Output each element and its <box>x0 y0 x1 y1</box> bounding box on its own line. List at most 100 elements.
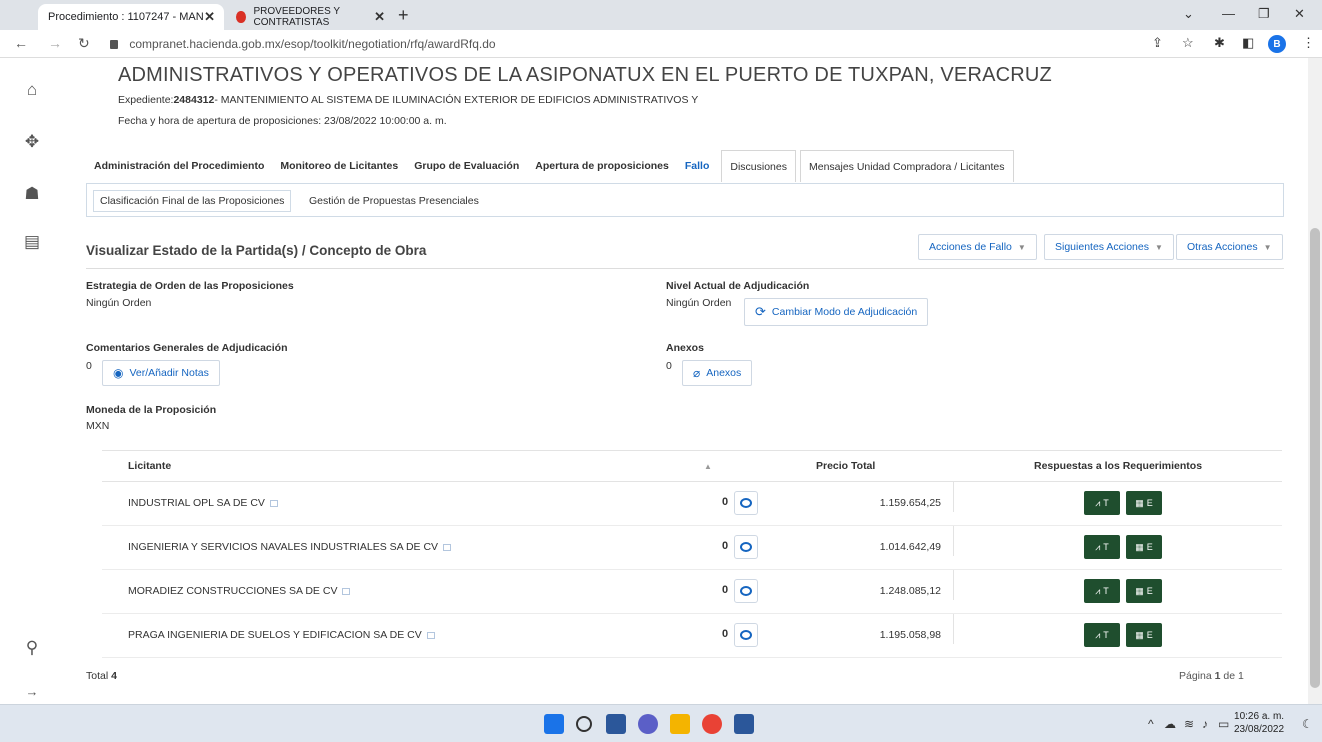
technical-response-button[interactable]: ⩘ T <box>1084 623 1120 647</box>
bidder-name[interactable]: PRAGA INGENIERIA DE SUELOS Y EDIFICACION… <box>128 629 435 641</box>
acciones-fallo-dropdown[interactable]: Acciones de Fallo ▼ <box>918 234 1037 260</box>
subtab-gestion-propuestas[interactable]: Gestión de Propuestas Presenciales <box>303 190 485 212</box>
url-field[interactable]: compranet.hacienda.gob.mx/esop/toolkit/n… <box>110 37 496 51</box>
caret-down-icon: ▼ <box>1017 242 1026 252</box>
lock-icon <box>110 40 118 49</box>
volume-icon[interactable]: ♪ <box>1202 717 1208 731</box>
tray-chevron-icon[interactable]: ^ <box>1148 717 1154 731</box>
subtab-clasificacion-final[interactable]: Clasificación Final de las Proposiciones <box>93 190 292 212</box>
chat-app-icon[interactable] <box>638 714 658 734</box>
bidder-name[interactable]: INDUSTRIAL OPL SA DE CV <box>128 497 278 509</box>
comments-count: 0 <box>86 360 92 372</box>
users-icon[interactable]: ☗ <box>22 184 42 204</box>
message-count: 0 <box>722 496 729 508</box>
comments-label: Comentarios Generales de Adjudicación <box>86 342 288 354</box>
chat-button[interactable] <box>734 535 758 559</box>
external-link-icon[interactable] <box>426 632 435 639</box>
bidder-name[interactable]: MORADIEZ CONSTRUCCIONES SA DE CV <box>128 585 351 597</box>
bookmark-star-icon[interactable]: ☆ <box>1182 35 1194 51</box>
close-tab-icon[interactable]: ✕ <box>374 9 385 25</box>
browser-menu-icon[interactable]: ⋮ <box>1302 35 1315 51</box>
system-clock[interactable]: 10:26 a. m. 23/08/2022 <box>1234 710 1284 736</box>
browser-tab-proveedores[interactable]: PROVEEDORES Y CONTRATISTAS ✕ <box>226 4 394 30</box>
expand-arrow-icon[interactable]: → <box>22 684 42 704</box>
economic-response-button[interactable]: ▦ E <box>1126 623 1162 647</box>
tab-fallo[interactable]: Fallo <box>677 150 718 182</box>
total-price: 1.248.085,12 <box>758 570 954 600</box>
browser-tab-title: Procedimiento : 1107247 - MAN <box>48 11 204 23</box>
chart-icon: ⩘ <box>1095 629 1101 640</box>
chat-button[interactable] <box>734 579 758 603</box>
battery-icon[interactable]: ▭ <box>1218 717 1229 731</box>
expediente-label: Expediente: <box>118 94 174 106</box>
annexes-label: Anexos <box>666 342 704 354</box>
technical-response-button[interactable]: ⩘ T <box>1084 491 1120 515</box>
chat-button[interactable] <box>734 623 758 647</box>
browser-tab-procedimiento[interactable]: Procedimiento : 1107247 - MAN ✕ <box>38 4 224 30</box>
profile-avatar[interactable]: B <box>1268 35 1286 53</box>
resp-t-label: T <box>1103 586 1109 596</box>
tab-grupo-evaluacion[interactable]: Grupo de Evaluación <box>406 150 527 182</box>
bidder-name[interactable]: INGENIERIA Y SERVICIOS NAVALES INDUSTRIA… <box>128 541 452 553</box>
siguientes-acciones-dropdown[interactable]: Siguientes Acciones ▼ <box>1044 234 1174 260</box>
technical-response-button[interactable]: ⩘ T <box>1084 579 1120 603</box>
notes-button[interactable]: ◉ Ver/Añadir Notas <box>102 360 220 386</box>
external-link-icon[interactable] <box>342 588 351 595</box>
chat-bubble-icon <box>740 630 752 640</box>
extensions-icon[interactable]: ✱ <box>1214 35 1225 51</box>
windows-start-icon[interactable] <box>544 714 564 734</box>
notifications-icon[interactable]: ☾ <box>1302 717 1313 731</box>
external-link-icon[interactable] <box>443 544 452 551</box>
wifi-icon[interactable]: ≋ <box>1184 717 1194 731</box>
close-window-icon[interactable]: ✕ <box>1294 6 1305 22</box>
sort-asc-icon[interactable]: ▲ <box>704 462 712 471</box>
tab-monitoreo[interactable]: Monitoreo de Licitantes <box>272 150 406 182</box>
address-bar: ← → ↻ compranet.hacienda.gob.mx/esop/too… <box>0 30 1322 58</box>
economic-response-button[interactable]: ▦ E <box>1126 579 1162 603</box>
documents-icon[interactable]: ▤ <box>22 232 42 252</box>
chart-icon: ⩘ <box>1095 585 1101 596</box>
change-mode-button[interactable]: ⟳ Cambiar Modo de Adjudicación <box>744 298 929 326</box>
tab-mensajes[interactable]: Mensajes Unidad Compradora / Licitantes <box>799 150 1014 182</box>
resp-t-label: T <box>1103 542 1109 552</box>
tab-search-chevron-icon[interactable]: ⌄ <box>1183 6 1194 22</box>
page-scrollbar[interactable] <box>1308 58 1322 704</box>
otras-acciones-dropdown[interactable]: Otras Acciones ▼ <box>1176 234 1283 260</box>
scrollbar-thumb[interactable] <box>1310 228 1320 688</box>
word-icon[interactable] <box>734 714 754 734</box>
new-tab-icon[interactable]: + <box>398 5 409 26</box>
tab-administracion[interactable]: Administración del Procedimiento <box>86 150 272 182</box>
side-panel-icon[interactable]: ◧ <box>1242 35 1254 51</box>
caret-down-icon: ▼ <box>1263 242 1272 252</box>
technical-response-button[interactable]: ⩘ T <box>1084 535 1120 559</box>
home-icon[interactable]: ⌂ <box>22 80 42 100</box>
chrome-icon[interactable] <box>702 714 722 734</box>
search-icon[interactable]: ⚲ <box>22 638 42 658</box>
resp-e-label: E <box>1146 630 1153 640</box>
handshake-icon[interactable]: ✥ <box>22 132 42 152</box>
minimize-icon[interactable]: — <box>1222 6 1235 21</box>
tab-apertura[interactable]: Apertura de proposiciones <box>527 150 677 182</box>
annexes-button[interactable]: ⌀ Anexos <box>682 360 753 386</box>
table-row: INGENIERIA Y SERVICIOS NAVALES INDUSTRIA… <box>102 526 1282 570</box>
close-tab-icon[interactable]: ✕ <box>204 9 215 25</box>
page-of: de 1 <box>1223 670 1244 682</box>
header-bidder[interactable]: Licitante <box>128 460 171 472</box>
total-price: 1.014.642,49 <box>758 526 954 556</box>
tab-discusiones[interactable]: Discusiones <box>721 150 796 182</box>
resp-e-label: E <box>1146 498 1153 508</box>
header-price[interactable]: Precio Total <box>816 460 875 472</box>
restore-icon[interactable]: ❐ <box>1258 6 1270 22</box>
economic-response-button[interactable]: ▦ E <box>1126 491 1162 515</box>
search-icon[interactable] <box>576 716 592 732</box>
chat-button[interactable] <box>734 491 758 515</box>
share-icon[interactable]: ⇪ <box>1152 35 1163 51</box>
cloud-icon[interactable]: ☁ <box>1164 717 1176 731</box>
task-view-icon[interactable] <box>606 714 626 734</box>
back-icon[interactable]: ← <box>14 35 28 51</box>
reload-icon[interactable]: ↻ <box>78 35 90 52</box>
file-explorer-icon[interactable] <box>670 714 690 734</box>
economic-response-button[interactable]: ▦ E <box>1126 535 1162 559</box>
external-link-icon[interactable] <box>269 500 278 507</box>
forward-icon[interactable]: → <box>48 35 62 51</box>
